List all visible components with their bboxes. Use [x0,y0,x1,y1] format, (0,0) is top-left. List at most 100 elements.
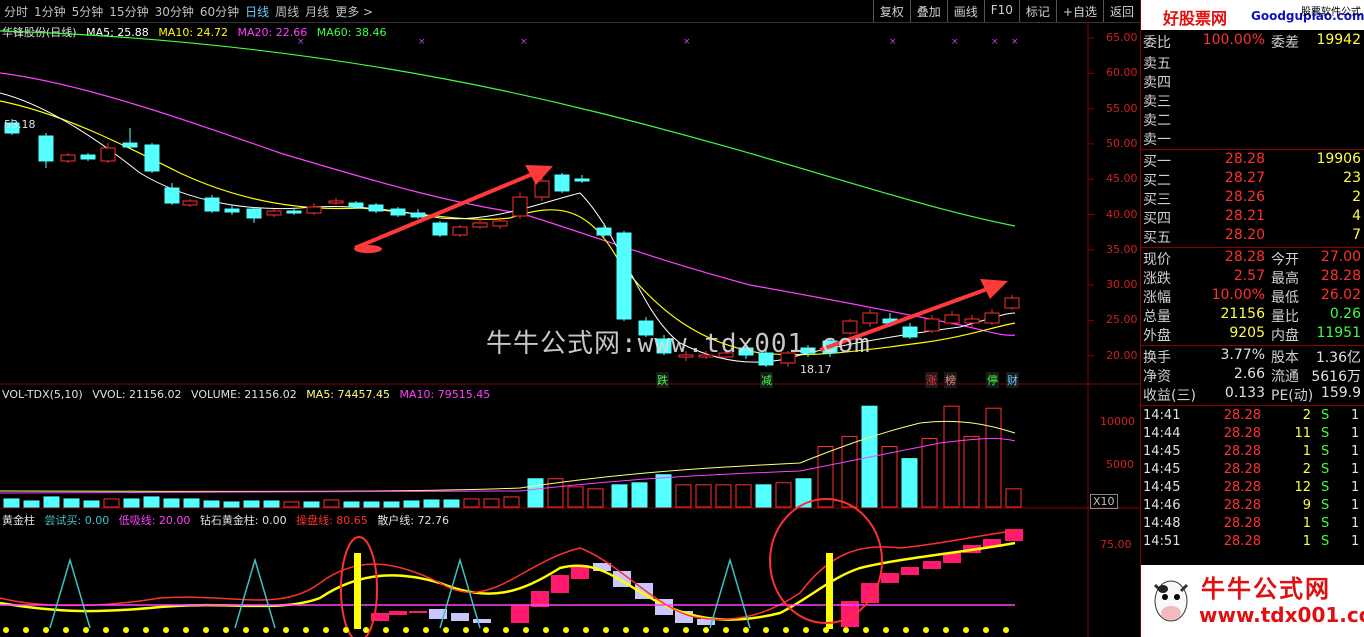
candle-body [122,142,138,148]
tool-button-2[interactable]: 画线 [946,0,984,22]
baseline-dot [83,627,89,633]
volume-bar [963,435,980,508]
volume-bar [1005,488,1022,508]
candle-body [286,210,302,214]
baseline-dot [763,627,769,633]
sell-level: 卖三 [1143,94,1171,110]
tick-row: 14:45 28.28 1 S 1 [1143,444,1360,459]
vvol-legend: VVOL: 21156.02 [92,388,182,401]
baseline-dot [403,627,409,633]
volume-bar [921,437,938,508]
svg-text:×: × [418,37,426,47]
candle-body [512,196,528,217]
volume-bar [323,499,340,508]
baseline-dot [483,627,489,633]
volume-bar [3,498,20,508]
baseline-dot [883,627,889,633]
period-tab-6[interactable]: 日线 [245,3,269,20]
cow-icon [1153,580,1189,622]
period-tab-3[interactable]: 15分钟 [109,3,148,20]
period-tab-7[interactable]: 周线 [275,3,299,20]
period-tab-0[interactable]: 分时 [4,3,28,20]
candle-body [924,318,940,332]
baseline-dot [923,627,929,633]
indicator-bars [371,529,1023,627]
volume-bar [985,407,1002,508]
event-marker[interactable]: 停 [986,372,999,388]
price-axis-label: 45.00 [1106,172,1138,186]
candle-body [984,312,1000,324]
volume-bar [303,501,320,508]
event-marker[interactable]: 跌 [656,372,669,388]
price-axis-label: 20.00 [1106,348,1138,362]
event-marker[interactable]: 减 [760,372,773,388]
volume-bar [503,496,520,508]
candle-body [246,208,262,219]
buy-level: 买三 28.26 2 [1143,189,1361,208]
price-axis-label: 50.00 [1106,136,1138,150]
candle-body [964,318,980,324]
candle-body [390,208,406,216]
tool-button-3[interactable]: F10 [983,0,1019,22]
price-axis-label: 35.00 [1106,242,1138,256]
period-tab-2[interactable]: 5分钟 [72,3,104,20]
period-tab-5[interactable]: 60分钟 [200,3,239,20]
candle-body [144,144,160,172]
candle-body [472,222,488,228]
baseline-dot [203,627,209,633]
period-tab-1[interactable]: 1分钟 [34,3,66,20]
volume-bar [103,498,120,508]
chart-area[interactable]: 华锋股份(日线) MA5: 25.88 MA10: 24.72 MA20: 22… [0,23,1140,637]
baseline-dot [243,627,249,633]
baseline-dot [643,627,649,633]
indicator-bar [389,611,407,615]
brand-cn: 好股票网 [1163,9,1228,28]
baseline-dot [963,627,969,633]
stat-row: 涨幅 10.00% 最低 26.02 [1143,287,1361,306]
baseline-dot [563,627,569,633]
period-tab-9[interactable]: 更多 > [335,3,373,20]
volume-bar [163,498,180,508]
baseline-dot [303,627,309,633]
try-buy-triangle [49,557,91,629]
event-marker[interactable]: 榜 [944,372,957,388]
tool-button-6[interactable]: 返回 [1102,0,1140,22]
tick-row: 14:46 28.28 9 S 1 [1143,498,1360,513]
volume-bar [881,446,898,508]
candle-body [204,197,220,212]
event-marker[interactable]: 财 [1006,372,1019,388]
price-axis-label: 60.00 [1106,66,1138,80]
low-suck-legend: 低吸线: 20.00 [118,514,191,527]
period-tab-4[interactable]: 30分钟 [155,3,194,20]
tool-button-5[interactable]: +自选 [1055,0,1103,22]
golden-column-1 [354,553,361,629]
tool-button-4[interactable]: 标记 [1018,0,1056,22]
indicator-bar [409,611,427,613]
volume-bar [203,500,220,508]
indicator-bar [923,561,941,569]
sell-level: 卖二 [1143,113,1171,129]
baseline-dot [423,627,429,633]
buy-level: 买四 28.21 4 [1143,208,1361,227]
event-marker[interactable]: 涨 [925,372,938,388]
vol-axis-5000: 5000 [1106,458,1134,471]
svg-text:×: × [991,37,999,47]
stat-row: 收益(三) 0.133 PE(动) 159.9 [1143,385,1361,404]
volume-bar [383,501,400,508]
wb-label: 委比 [1143,35,1171,51]
volume-bar [755,484,772,508]
volume-bar [283,501,300,508]
wc-label: 委差 [1271,35,1299,51]
volume-panel-title: VOL-TDX(5,10) VVOL: 21156.02 VOLUME: 211… [2,388,496,401]
period-tabs: 分时 1分钟 5分钟 15分钟 30分钟 60分钟 日线 周线 月线 更多 > [4,3,373,20]
indicator-bar [551,575,569,593]
svg-text:×: × [520,37,528,47]
volume-bars [3,405,1022,508]
indicator-bar [511,605,529,623]
indicator-bar [881,573,899,583]
tool-button-1[interactable]: 叠加 [909,0,947,22]
tick-row: 14:44 28.28 11 S 1 [1143,426,1360,441]
tool-button-0[interactable]: 复权 [872,0,910,22]
golden-column-2 [826,553,833,629]
period-tab-8[interactable]: 月线 [305,3,329,20]
